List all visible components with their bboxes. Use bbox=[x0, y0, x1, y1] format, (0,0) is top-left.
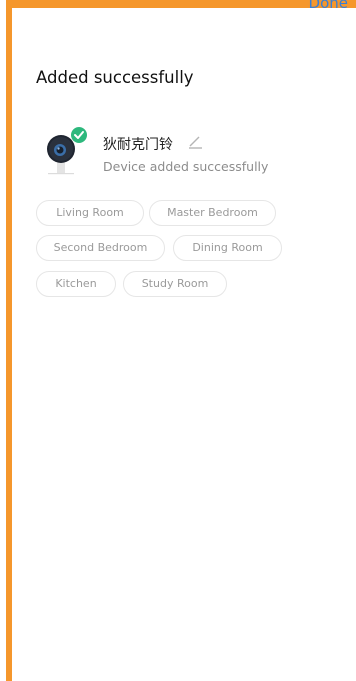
done-button[interactable]: Done bbox=[309, 0, 348, 12]
pencil-icon[interactable] bbox=[186, 132, 204, 150]
check-icon bbox=[71, 127, 87, 143]
room-chip-kitchen[interactable]: Kitchen bbox=[36, 271, 116, 297]
room-chip-second-bedroom[interactable]: Second Bedroom bbox=[36, 235, 165, 261]
camera-icon bbox=[47, 127, 87, 175]
page-title: Added successfully bbox=[36, 68, 194, 87]
room-chip-dining-room[interactable]: Dining Room bbox=[173, 235, 282, 261]
device-status-text: Device added successfully bbox=[103, 159, 269, 174]
device-row: 狄耐克门铃 Device added successfully bbox=[40, 124, 330, 184]
room-chip-master-bedroom[interactable]: Master Bedroom bbox=[149, 200, 276, 226]
frame-border-top bbox=[6, 0, 356, 8]
app-screen: Done Added successfully 狄耐克门铃 Device add… bbox=[0, 0, 356, 681]
device-name: 狄耐克门铃 bbox=[103, 137, 173, 153]
frame-border-left bbox=[6, 0, 12, 681]
room-chip-study-room[interactable]: Study Room bbox=[123, 271, 227, 297]
room-chip-living-room[interactable]: Living Room bbox=[36, 200, 144, 226]
